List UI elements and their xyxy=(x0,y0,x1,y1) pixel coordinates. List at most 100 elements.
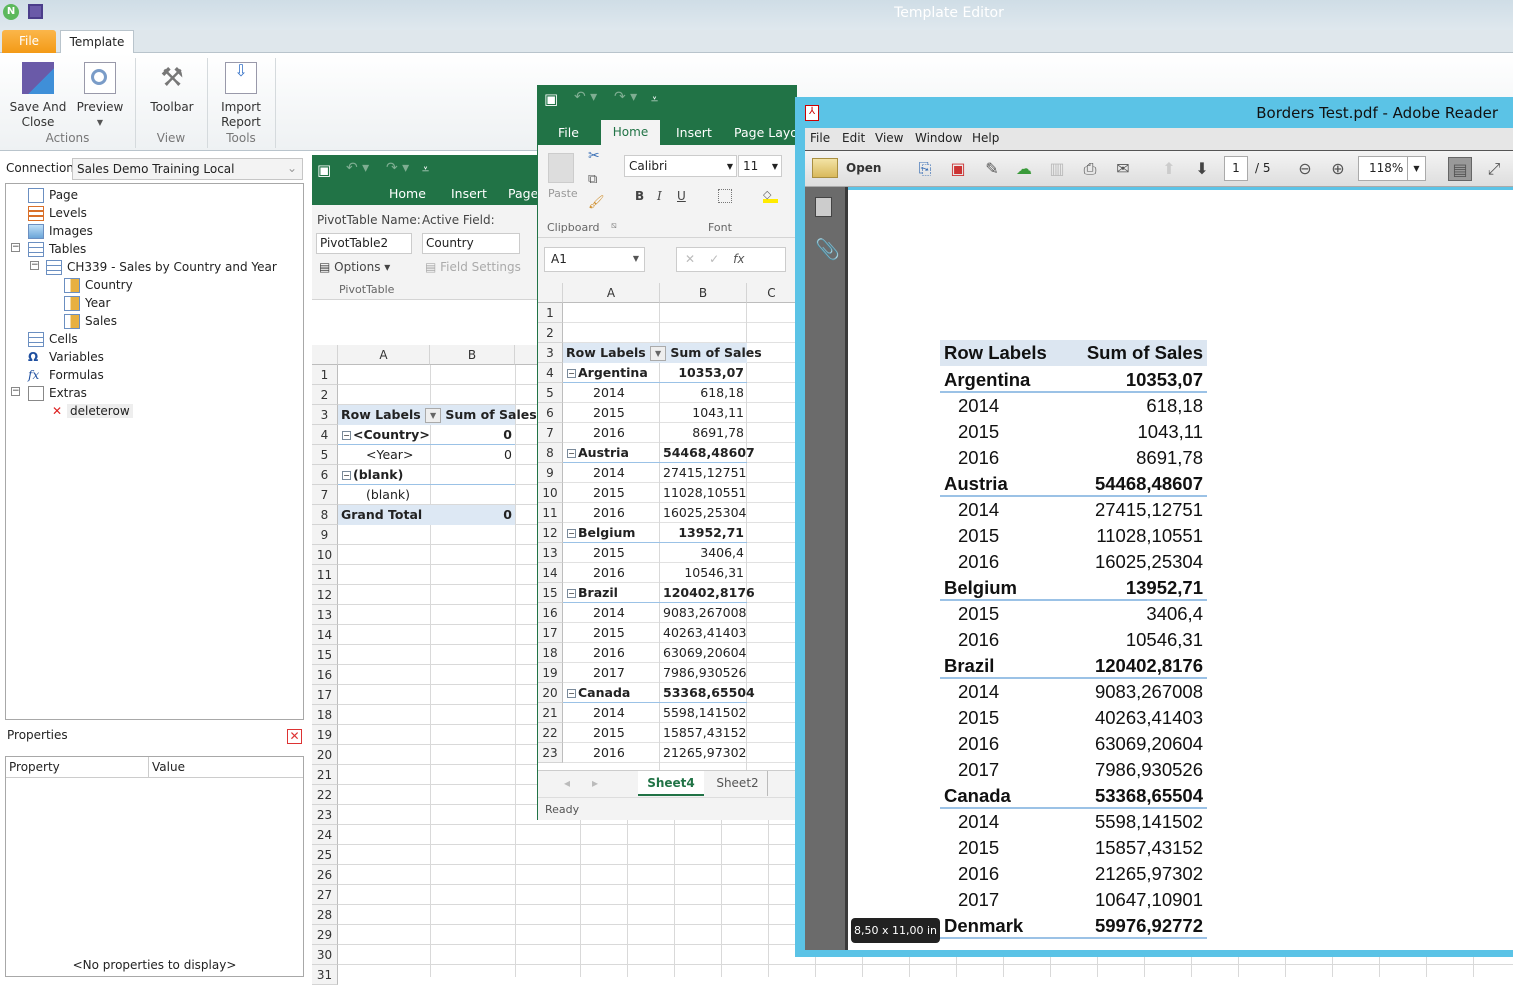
menu-edit[interactable]: Edit xyxy=(842,131,865,145)
options-button[interactable]: ▤ Options ▾ xyxy=(319,260,390,274)
pivottable-name-input[interactable]: PivotTable2 xyxy=(316,233,412,254)
row-header[interactable]: 9 xyxy=(312,525,338,545)
collapse-toggle[interactable]: − xyxy=(30,261,39,270)
copy-icon[interactable]: ⧉ xyxy=(588,172,597,187)
convert-icon[interactable]: ▣ xyxy=(946,157,970,181)
italic-button[interactable]: I xyxy=(657,189,662,203)
row-header[interactable]: 30 xyxy=(312,945,338,965)
col-value[interactable]: Value xyxy=(149,757,303,778)
collapse-icon[interactable]: − xyxy=(567,369,576,378)
row-header[interactable]: 29 xyxy=(312,925,338,945)
tree-item-extras[interactable]: Extras xyxy=(28,384,87,402)
row-header[interactable]: 15 xyxy=(538,583,563,603)
row-header[interactable]: 14 xyxy=(312,625,338,645)
tree-item-formulas[interactable]: fx Formulas xyxy=(28,366,104,384)
sign-icon[interactable]: ✎ xyxy=(980,157,1004,181)
paste-icon[interactable] xyxy=(548,153,574,183)
tab-file[interactable]: File xyxy=(2,30,56,53)
sheet-tab-sheet2[interactable]: Sheet2 xyxy=(708,771,768,796)
enter-icon[interactable]: ✓ xyxy=(709,252,733,266)
row-header[interactable]: 11 xyxy=(312,565,338,585)
column-header-c[interactable]: C xyxy=(747,283,797,303)
active-field-input[interactable]: Country xyxy=(422,233,520,254)
row-header[interactable]: 15 xyxy=(312,645,338,665)
row-header[interactable]: 19 xyxy=(538,663,563,683)
filter-dropdown-icon[interactable]: ▼ xyxy=(650,346,667,361)
row-header[interactable]: 27 xyxy=(312,885,338,905)
row-header[interactable]: 8 xyxy=(312,505,338,525)
row-header[interactable]: 10 xyxy=(312,545,338,565)
undo-icon[interactable]: ↶ ▾ xyxy=(574,89,597,105)
paste-button[interactable]: Paste xyxy=(548,187,578,200)
tab-file[interactable]: File xyxy=(558,125,579,140)
tab-insert[interactable]: Insert xyxy=(451,186,487,201)
tree-item-table[interactable]: CH339 - Sales by Country and Year xyxy=(46,258,277,276)
menu-file[interactable]: File xyxy=(810,131,830,145)
tab-template[interactable]: Template xyxy=(60,30,134,54)
page-number-input[interactable]: 1 xyxy=(1224,156,1248,181)
row-header[interactable]: 31 xyxy=(312,965,338,985)
row-header[interactable]: 20 xyxy=(538,683,563,703)
row-header[interactable]: 28 xyxy=(312,905,338,925)
collapse-icon[interactable]: − xyxy=(567,689,576,698)
tree-item-variables[interactable]: Ω Variables xyxy=(28,348,104,366)
row-header[interactable]: 25 xyxy=(312,845,338,865)
import-report-button[interactable]: ⇩ Import Report xyxy=(212,62,270,130)
cancel-icon[interactable]: ✕ xyxy=(685,252,709,266)
row-header[interactable]: 2 xyxy=(312,385,338,405)
customize-qat-icon[interactable]: ⩡ xyxy=(422,161,429,177)
pages-panel-icon[interactable] xyxy=(815,197,832,217)
redo-icon[interactable]: ↷ ▾ xyxy=(386,160,409,176)
col-property[interactable]: Property xyxy=(6,757,149,778)
format-painter-icon[interactable]: 🖌 xyxy=(588,195,605,210)
tree-item-cells[interactable]: Cells xyxy=(28,330,78,348)
connection-select[interactable]: Sales Demo Training Local ⌄ xyxy=(72,158,303,180)
fit-width-icon[interactable]: ⤢ xyxy=(1482,157,1506,181)
row-header[interactable]: 18 xyxy=(538,643,563,663)
row-header[interactable]: 13 xyxy=(538,543,563,563)
row-header[interactable]: 21 xyxy=(538,703,563,723)
row-header[interactable]: 14 xyxy=(538,563,563,583)
preview-button[interactable]: Preview ▼ xyxy=(72,62,128,130)
close-icon[interactable]: ✕ xyxy=(287,729,302,744)
open-button[interactable]: Open xyxy=(846,161,881,175)
select-all-corner[interactable] xyxy=(312,345,338,365)
save-icon[interactable]: ▥ xyxy=(1045,157,1069,181)
scroll-right-icon[interactable]: ▸ xyxy=(592,776,598,790)
upload-cloud-icon[interactable]: ☁ xyxy=(1012,157,1036,181)
tree-item-deleterow[interactable]: ✕ deleterow xyxy=(46,402,133,420)
insert-function-icon[interactable]: fx xyxy=(733,252,744,266)
row-header[interactable]: 22 xyxy=(538,723,563,743)
next-page-icon[interactable]: ⬇ xyxy=(1190,157,1214,181)
dialog-launcher-icon[interactable]: ⧅ xyxy=(611,221,617,231)
row-header[interactable]: 5 xyxy=(538,383,563,403)
tree-item-field-sales[interactable]: Sales xyxy=(64,312,117,330)
row-header[interactable]: 12 xyxy=(312,585,338,605)
tree-item-tables[interactable]: Tables xyxy=(28,240,86,258)
tree-item-images[interactable]: Images xyxy=(28,222,93,240)
tree-item-page[interactable]: Page xyxy=(28,186,78,204)
row-header[interactable]: 20 xyxy=(312,745,338,765)
row-header[interactable]: 17 xyxy=(538,623,563,643)
row-header[interactable]: 16 xyxy=(312,665,338,685)
borders-icon[interactable] xyxy=(718,189,732,203)
collapse-icon[interactable]: − xyxy=(567,449,576,458)
select-all-corner[interactable] xyxy=(538,283,563,303)
sheet-tab-sheet4[interactable]: Sheet4 xyxy=(638,771,704,796)
folder-open-icon[interactable] xyxy=(812,158,838,178)
tree-item-levels[interactable]: Levels xyxy=(28,204,87,222)
row-header[interactable]: 1 xyxy=(312,365,338,385)
tree-item-field-year[interactable]: Year xyxy=(64,294,110,312)
tree-item-field-country[interactable]: Country xyxy=(64,276,133,294)
row-header[interactable]: 23 xyxy=(312,805,338,825)
row-header[interactable]: 12 xyxy=(538,523,563,543)
row-header[interactable]: 7 xyxy=(538,423,563,443)
font-name-select[interactable]: Calibri ▼ xyxy=(624,155,737,177)
save-icon[interactable]: ▣ xyxy=(544,90,558,108)
row-header[interactable]: 5 xyxy=(312,445,338,465)
column-header-a[interactable]: A xyxy=(338,345,430,365)
row-header[interactable]: 10 xyxy=(538,483,563,503)
row-header[interactable]: 7 xyxy=(312,485,338,505)
row-header[interactable]: 13 xyxy=(312,605,338,625)
collapse-toggle[interactable]: − xyxy=(11,243,20,252)
